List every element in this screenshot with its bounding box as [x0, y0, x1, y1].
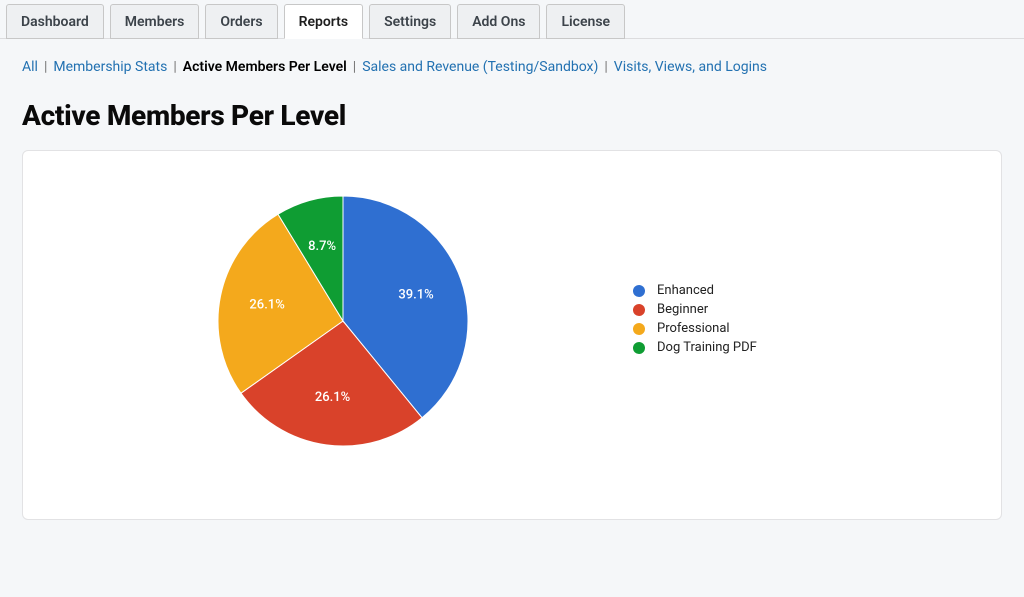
legend-item-professional[interactable]: Professional [633, 321, 757, 336]
legend-item-beginner[interactable]: Beginner [633, 302, 757, 317]
legend-label: Beginner [657, 302, 708, 317]
subnav-separator: | [353, 59, 356, 75]
pie-slice-label: 26.1% [249, 298, 284, 313]
legend-swatch [633, 342, 645, 354]
legend-label: Dog Training PDF [657, 340, 757, 355]
chart-panel: 39.1% 26.1% 26.1% 8.7% Enhanced Beginner Prof… [22, 150, 1002, 520]
legend-swatch [633, 323, 645, 335]
tab-add-ons[interactable]: Add Ons [457, 4, 540, 39]
pie-chart: 39.1% 26.1% 26.1% 8.7% [53, 191, 633, 451]
subnav-item-all[interactable]: All [22, 59, 38, 75]
subnav-item-visits-views-and-logins[interactable]: Visits, Views, and Logins [614, 59, 767, 75]
tab-reports[interactable]: Reports [284, 4, 364, 39]
subnav-separator: | [173, 59, 176, 75]
subnav-item-sales-and-revenue-testing-sandbox-[interactable]: Sales and Revenue (Testing/Sandbox) [362, 59, 598, 75]
tab-settings[interactable]: Settings [369, 4, 451, 39]
legend-label: Professional [657, 321, 730, 336]
chart-legend: Enhanced Beginner Professional Dog Training… [633, 283, 757, 359]
tab-dashboard[interactable]: Dashboard [6, 4, 104, 39]
subnav-item-membership-stats[interactable]: Membership Stats [53, 59, 167, 75]
legend-swatch [633, 285, 645, 297]
tab-orders[interactable]: Orders [205, 4, 277, 39]
pie-slice-label: 39.1% [398, 287, 433, 302]
subnav-separator: | [44, 59, 47, 75]
legend-item-dog-training-pdf[interactable]: Dog Training PDF [633, 340, 757, 355]
subnav-separator: | [604, 59, 607, 75]
legend-swatch [633, 304, 645, 316]
subnav-item-active-members-per-level: Active Members Per Level [183, 59, 347, 75]
pie-slice-label: 26.1% [315, 390, 350, 405]
tab-license[interactable]: License [546, 4, 625, 39]
nav-tabs: DashboardMembersOrdersReportsSettingsAdd… [0, 0, 1024, 39]
page-title: Active Members Per Level [22, 99, 1002, 132]
reports-subnav: All | Membership Stats | Active Members Per … [22, 59, 1002, 75]
tab-members[interactable]: Members [110, 4, 200, 39]
legend-item-enhanced[interactable]: Enhanced [633, 283, 757, 298]
legend-label: Enhanced [657, 283, 714, 298]
pie-slice-label: 8.7% [308, 239, 336, 254]
